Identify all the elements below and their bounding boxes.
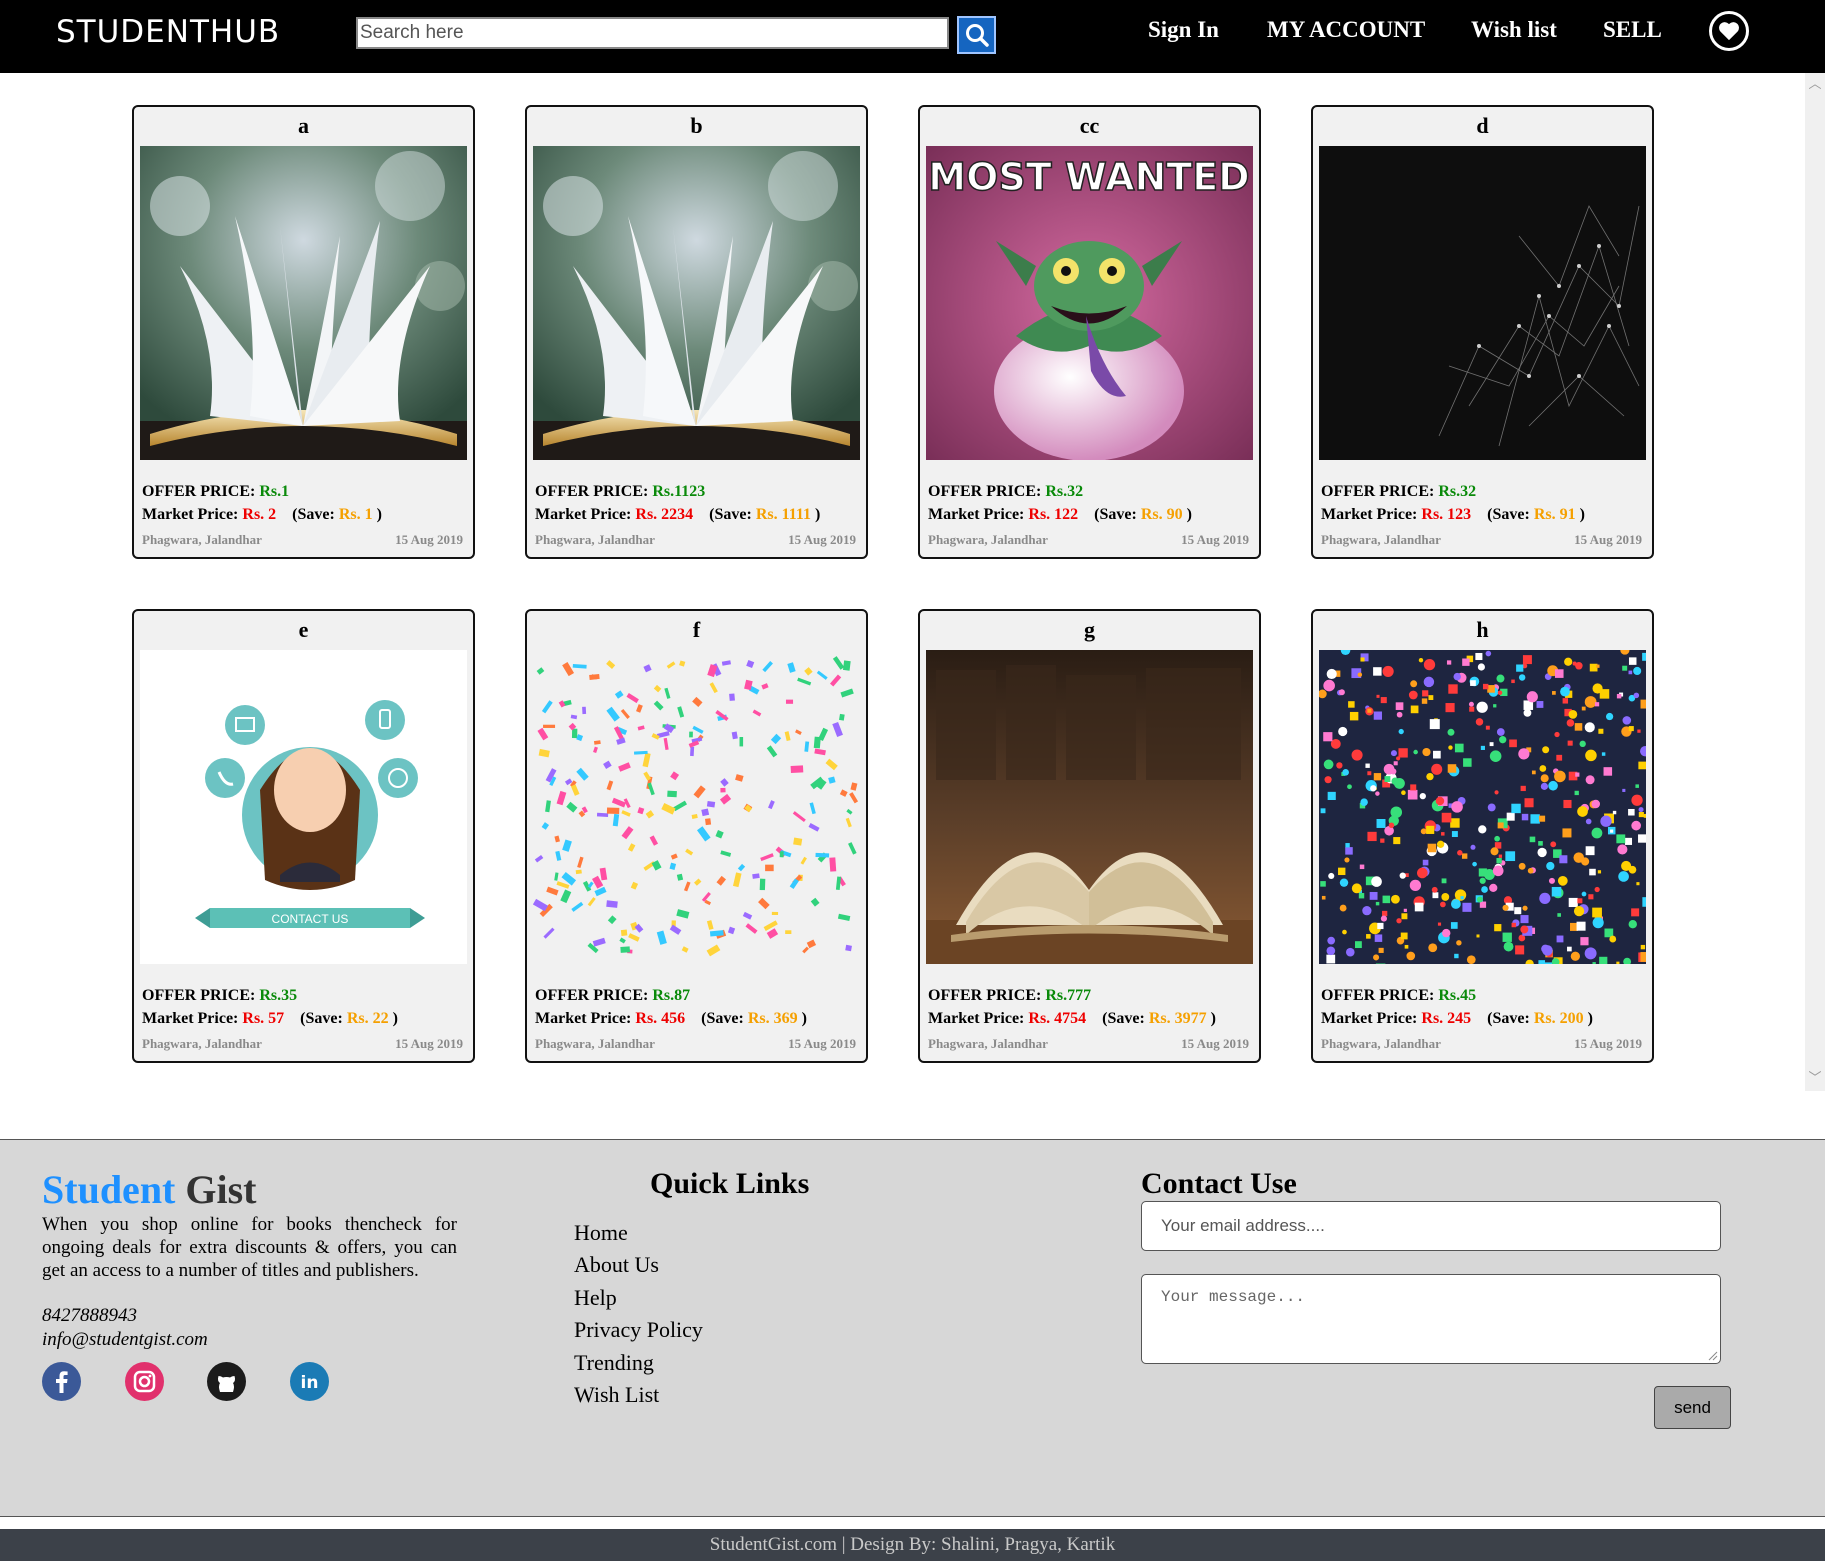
product-image[interactable] bbox=[533, 650, 860, 964]
footer-phone: 8427888943 bbox=[42, 1305, 137, 1326]
page-scrollbar[interactable]: ︿ ﹀ bbox=[1805, 73, 1825, 1091]
product-image[interactable] bbox=[140, 146, 467, 460]
product-title: f bbox=[692, 617, 701, 642]
product-date: 15 Aug 2019 bbox=[1181, 1036, 1249, 1051]
product-date: 15 Aug 2019 bbox=[395, 1036, 463, 1051]
resize-grip-icon[interactable] bbox=[1706, 1349, 1718, 1361]
product-card[interactable]: h OFFER PRICE: Rs.45 Market Price: Rs. 2… bbox=[1311, 609, 1654, 1063]
product-card[interactable]: a OFFER PRICE: Rs.1 Market Price: Rs. 2 … bbox=[132, 105, 475, 559]
offer-price: OFFER PRICE: Rs.35 bbox=[142, 987, 298, 1004]
product-title: cc bbox=[1079, 113, 1100, 138]
instagram-icon[interactable] bbox=[125, 1362, 164, 1401]
product-card[interactable]: b OFFER PRICE: Rs.1123 Market Price: Rs.… bbox=[525, 105, 868, 559]
product-location: Phagwara, Jalandhar bbox=[142, 1036, 262, 1051]
product-date: 15 Aug 2019 bbox=[1574, 1036, 1642, 1051]
nav-wish-list[interactable]: Wish list bbox=[1471, 14, 1557, 46]
offer-price: OFFER PRICE: Rs.32 bbox=[928, 483, 1084, 500]
heart-icon bbox=[1719, 22, 1739, 41]
product-image[interactable] bbox=[1319, 650, 1646, 964]
quick-link-trending[interactable]: Trending bbox=[574, 1350, 654, 1376]
product-location: Phagwara, Jalandhar bbox=[1321, 1036, 1441, 1051]
scroll-up-arrow[interactable]: ︿ bbox=[1805, 75, 1825, 95]
footer-brand: Student Gist bbox=[42, 1167, 257, 1212]
product-card[interactable]: cc MOST WANTED OFFER PRICE: Rs.32 Market… bbox=[918, 105, 1261, 559]
scroll-down-arrow[interactable]: ﹀ bbox=[1805, 1069, 1825, 1089]
offer-price: OFFER PRICE: Rs.1 bbox=[142, 483, 290, 500]
market-price: Market Price: Rs. 4754 (Save: Rs. 3977 ) bbox=[928, 1010, 1216, 1027]
product-location: Phagwara, Jalandhar bbox=[142, 532, 262, 547]
quick-link-home[interactable]: Home bbox=[574, 1220, 628, 1246]
quick-link-privacy-policy[interactable]: Privacy Policy bbox=[574, 1317, 703, 1343]
product-title: d bbox=[1476, 113, 1489, 138]
product-image[interactable] bbox=[926, 650, 1253, 964]
offer-price: OFFER PRICE: Rs.87 bbox=[535, 987, 691, 1004]
search-input[interactable] bbox=[356, 17, 949, 49]
market-price: Market Price: Rs. 57 (Save: Rs. 22 ) bbox=[142, 1010, 398, 1027]
product-title: e bbox=[298, 617, 309, 642]
market-price: Market Price: Rs. 2 (Save: Rs. 1 ) bbox=[142, 506, 382, 523]
quick-link-about-us[interactable]: About Us bbox=[574, 1252, 659, 1278]
product-image[interactable] bbox=[533, 146, 860, 460]
top-navbar: STUDENTHUB Sign In MY ACCOUNT Wish list … bbox=[0, 0, 1825, 73]
product-date: 15 Aug 2019 bbox=[788, 532, 856, 547]
nav-sell[interactable]: SELL bbox=[1603, 14, 1662, 46]
quick-link-help[interactable]: Help bbox=[574, 1285, 617, 1311]
product-location: Phagwara, Jalandhar bbox=[1321, 532, 1441, 547]
github-icon[interactable] bbox=[207, 1362, 246, 1401]
product-card[interactable]: f OFFER PRICE: Rs.87 Market Price: Rs. 4… bbox=[525, 609, 868, 1063]
search-icon bbox=[965, 24, 989, 47]
offer-price: OFFER PRICE: Rs.1123 bbox=[535, 483, 706, 500]
product-date: 15 Aug 2019 bbox=[1181, 532, 1249, 547]
image-caption: MOST WANTED bbox=[928, 155, 1249, 199]
site-footer: Student Gist When you shop online for bo… bbox=[0, 1139, 1825, 1517]
product-image[interactable] bbox=[1319, 146, 1646, 460]
product-card[interactable]: e CONTACT US OFFER PRICE: Rs.35 Market P… bbox=[132, 609, 475, 1063]
contact-email-input[interactable] bbox=[1141, 1201, 1721, 1251]
facebook-icon[interactable] bbox=[42, 1362, 81, 1401]
product-title: g bbox=[1084, 617, 1095, 642]
market-price: Market Price: Rs. 2234 (Save: Rs. 1111 ) bbox=[535, 506, 821, 523]
market-price: Market Price: Rs. 456 (Save: Rs. 369 ) bbox=[535, 1010, 807, 1027]
contact-message-textarea[interactable] bbox=[1141, 1274, 1721, 1364]
product-date: 15 Aug 2019 bbox=[395, 532, 463, 547]
nav-my-account[interactable]: MY ACCOUNT bbox=[1267, 14, 1425, 46]
search-button[interactable] bbox=[957, 16, 996, 54]
product-location: Phagwara, Jalandhar bbox=[928, 532, 1048, 547]
contact-title: Contact Use bbox=[1141, 1167, 1297, 1200]
quick-links-title: Quick Links bbox=[650, 1167, 810, 1200]
product-image[interactable]: MOST WANTED bbox=[926, 146, 1253, 460]
linkedin-icon[interactable]: in bbox=[290, 1362, 329, 1401]
footer-email[interactable]: info@studentgist.com bbox=[42, 1329, 208, 1351]
offer-price: OFFER PRICE: Rs.45 bbox=[1321, 987, 1477, 1004]
market-price: Market Price: Rs. 245 (Save: Rs. 200 ) bbox=[1321, 1010, 1593, 1027]
product-date: 15 Aug 2019 bbox=[788, 1036, 856, 1051]
product-title: h bbox=[1476, 617, 1489, 642]
product-card[interactable]: d OFFER PRICE: Rs.32 Market Price: Rs. 1… bbox=[1311, 105, 1654, 559]
quick-link-wish-list[interactable]: Wish List bbox=[574, 1382, 659, 1408]
copyright-bar: StudentGist.com | Design By: Shalini, Pr… bbox=[0, 1529, 1825, 1561]
offer-price: OFFER PRICE: Rs.777 bbox=[928, 987, 1092, 1004]
send-button[interactable]: send bbox=[1654, 1386, 1731, 1429]
svg-text:in: in bbox=[301, 1373, 319, 1393]
footer-about-text: When you shop online for books thencheck… bbox=[42, 1214, 457, 1281]
wishlist-heart-button[interactable] bbox=[1709, 11, 1749, 51]
product-title: b bbox=[690, 113, 703, 138]
product-image[interactable]: CONTACT US bbox=[140, 650, 467, 964]
market-price: Market Price: Rs. 122 (Save: Rs. 90 ) bbox=[928, 506, 1192, 523]
product-location: Phagwara, Jalandhar bbox=[535, 1036, 655, 1051]
image-caption: CONTACT US bbox=[272, 912, 349, 926]
product-card[interactable]: g OFFER PRICE: Rs.777 Market Price: Rs. … bbox=[918, 609, 1261, 1063]
offer-price: OFFER PRICE: Rs.32 bbox=[1321, 483, 1477, 500]
product-date: 15 Aug 2019 bbox=[1574, 532, 1642, 547]
product-location: Phagwara, Jalandhar bbox=[535, 532, 655, 547]
site-logo[interactable]: STUDENTHUB bbox=[56, 12, 280, 52]
product-location: Phagwara, Jalandhar bbox=[928, 1036, 1048, 1051]
nav-sign-in[interactable]: Sign In bbox=[1148, 14, 1219, 46]
product-title: a bbox=[298, 113, 309, 138]
market-price: Market Price: Rs. 123 (Save: Rs. 91 ) bbox=[1321, 506, 1585, 523]
